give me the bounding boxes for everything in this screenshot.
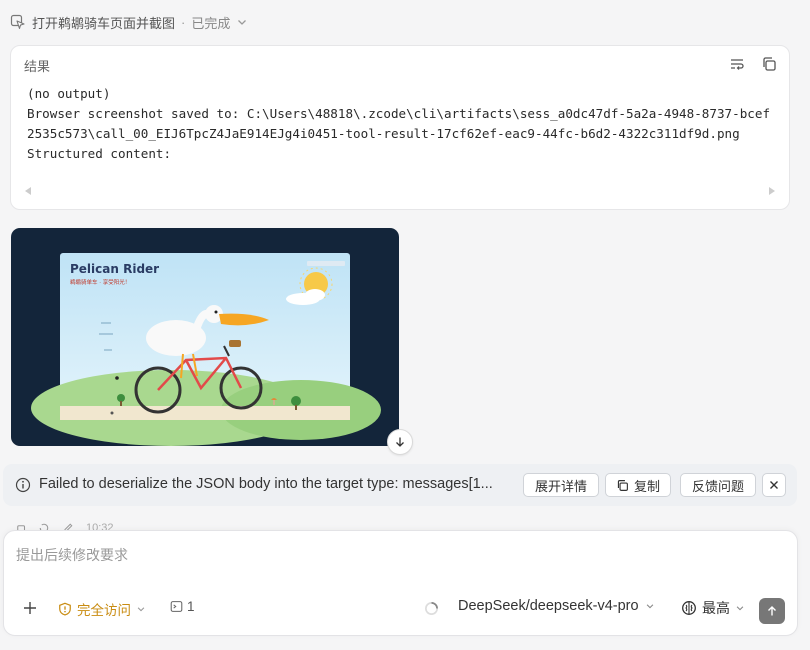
chevron-down-icon — [736, 606, 744, 611]
close-error-button[interactable] — [762, 473, 786, 497]
composer-toolbar: 完全访问 1 DeepSeek/deepseek-v4-pro 最高 — [4, 595, 797, 625]
composer-input[interactable]: 提出后续修改要求 — [16, 545, 128, 565]
copy-error-label: 复制 — [633, 478, 660, 494]
add-attachment-button[interactable] — [22, 600, 38, 616]
plus-icon — [24, 602, 36, 614]
reasoning-effort-select[interactable]: 最高 — [681, 598, 745, 618]
composer: 提出后续修改要求 完全访问 1 DeepSeek/deepseek-v4-pro… — [3, 530, 798, 636]
pelican-rider-screenshot: Pelican Rider 鹈鹕骑单车 · 享受阳光！ — [31, 253, 381, 446]
chevron-down-icon — [646, 604, 653, 609]
arrow-down-icon — [396, 437, 404, 447]
tool-result-card: 结果 (no output) Browser screenshot saved … — [10, 45, 790, 210]
context-count: 1 — [187, 599, 195, 614]
result-line: (no output) — [27, 86, 111, 101]
access-mode-select[interactable]: 完全访问 — [58, 599, 146, 619]
step-title: 打开鹈鹕骑车页面并截图 — [32, 15, 176, 31]
model-label: DeepSeek/deepseek-v4-pro — [458, 598, 639, 614]
send-button[interactable] — [759, 598, 785, 624]
step-status: 已完成 — [191, 15, 231, 31]
result-title: 结果 — [24, 59, 51, 74]
chevron-down-icon[interactable] — [236, 16, 248, 28]
effort-label: 最高 — [702, 600, 730, 616]
chevron-down-icon — [137, 607, 145, 612]
copy-error-button[interactable]: 复制 — [605, 473, 671, 497]
scroll-right-arrow[interactable] — [769, 187, 775, 195]
result-toolbar — [729, 56, 777, 72]
arrow-up-icon — [768, 606, 776, 616]
result-output: (no output) Browser screenshot saved to:… — [27, 84, 775, 164]
shield-alert-icon — [59, 602, 71, 616]
access-mode-label: 完全访问 — [77, 603, 131, 618]
brain-icon — [682, 601, 696, 615]
download-button[interactable] — [387, 429, 413, 455]
model-select[interactable]: DeepSeek/deepseek-v4-pro — [458, 598, 655, 614]
wrap-text-icon[interactable] — [729, 56, 745, 72]
step-separator: · — [181, 14, 186, 30]
report-issue-button[interactable]: 反馈问题 — [680, 473, 756, 497]
copy-icon — [617, 479, 628, 491]
cursor-click-icon — [10, 14, 26, 30]
close-icon — [770, 481, 778, 489]
result-line: Structured content: — [27, 146, 172, 161]
terminal-icon — [170, 601, 183, 612]
copy-icon[interactable] — [761, 56, 777, 72]
screenshot-title: Pelican Rider — [70, 262, 159, 276]
scroll-left-arrow[interactable] — [25, 187, 31, 195]
loading-spinner-icon — [424, 601, 439, 616]
screenshot-preview[interactable]: Pelican Rider 鹈鹕骑单车 · 享受阳光！ — [11, 228, 399, 446]
screenshot-subtitle: 鹈鹕骑单车 · 享受阳光！ — [70, 278, 130, 286]
info-icon — [15, 477, 31, 493]
step-header[interactable]: 打开鹈鹕骑车页面并截图 · 已完成 — [10, 12, 248, 32]
error-message: Failed to deserialize the JSON body into… — [39, 476, 493, 492]
context-counter[interactable]: 1 — [170, 599, 195, 614]
result-line: Browser screenshot saved to: C:\Users\48… — [27, 106, 771, 141]
expand-details-button[interactable]: 展开详情 — [523, 473, 599, 497]
error-banner: Failed to deserialize the JSON body into… — [3, 464, 797, 506]
